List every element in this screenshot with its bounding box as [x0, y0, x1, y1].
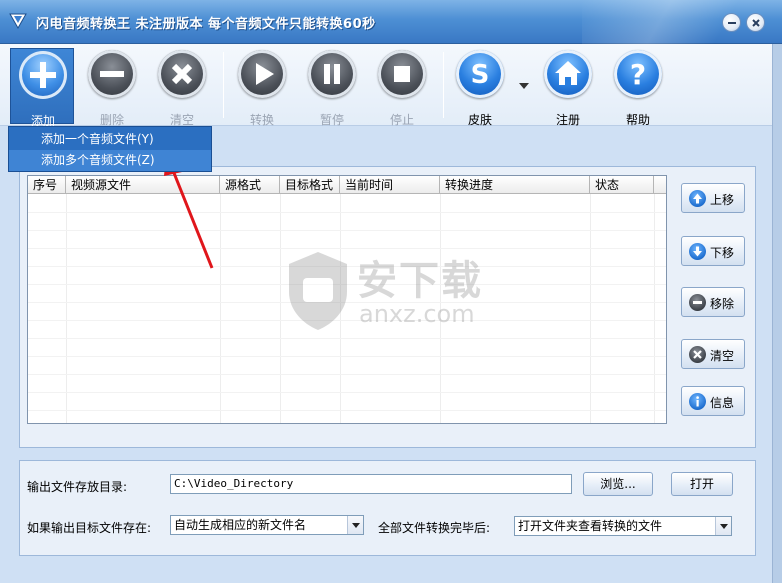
remove-button[interactable]: 移除	[681, 287, 745, 317]
help-button[interactable]: ? 帮助	[606, 48, 670, 127]
grid-line	[654, 194, 655, 423]
col-progress[interactable]: 转换进度	[440, 176, 590, 194]
grid-line	[28, 212, 666, 213]
shield-icon	[289, 252, 347, 330]
skin-dropdown-arrow-icon[interactable]	[518, 82, 530, 90]
grid-line	[28, 374, 666, 375]
x-icon	[689, 346, 706, 363]
skin-label: 皮肤	[467, 113, 492, 127]
minimize-button[interactable]	[722, 13, 741, 32]
after-convert-value: 打开文件夹查看转换的文件	[518, 519, 663, 533]
grid-line	[280, 194, 281, 423]
menu-item-add-multiple[interactable]: 添加多个音频文件(Z)	[9, 150, 211, 171]
browse-button[interactable]: 浏览...	[583, 472, 653, 496]
arrow-down-icon	[689, 243, 706, 260]
svg-text:?: ?	[630, 58, 646, 91]
add-dropdown-menu: 添加一个音频文件(Y) 添加多个音频文件(Z)	[8, 126, 212, 172]
question-icon: ?	[614, 50, 662, 98]
info-icon	[689, 393, 706, 410]
skin-button[interactable]: S 皮肤	[448, 48, 512, 127]
minus-icon	[689, 294, 706, 311]
grid-line	[28, 230, 666, 231]
play-icon	[238, 50, 286, 98]
svg-text:S: S	[471, 60, 490, 90]
col-target-format[interactable]: 目标格式	[280, 176, 340, 194]
output-dir-input[interactable]: C:\Video_Directory	[170, 474, 572, 494]
after-convert-label: 全部文件转换完毕后:	[378, 521, 491, 535]
chevron-down-icon	[715, 517, 731, 535]
window-edge	[772, 44, 782, 583]
convert-label: 转换	[249, 113, 274, 127]
chevron-down-icon	[347, 516, 363, 534]
remove-label: 移除	[710, 297, 735, 311]
if-exists-label: 如果输出目标文件存在:	[27, 521, 152, 535]
minimize-icon	[728, 22, 736, 24]
skin-icon: S	[456, 50, 504, 98]
pause-button[interactable]: 暂停	[300, 48, 364, 127]
info-button[interactable]: 信息	[681, 386, 745, 416]
after-convert-select[interactable]: 打开文件夹查看转换的文件	[514, 516, 732, 536]
home-icon	[544, 50, 592, 98]
toolbar: 添加 删除 清空 转换 暂停 停止 S 皮肤 注册 ? 帮助	[0, 44, 782, 128]
app-icon	[9, 13, 27, 30]
grid-line	[28, 338, 666, 339]
close-button[interactable]	[746, 13, 765, 32]
watermark: 安下载 anxz.com	[285, 248, 515, 338]
menu-item-add-single[interactable]: 添加一个音频文件(Y)	[9, 129, 211, 150]
output-dir-label: 输出文件存放目录:	[27, 480, 128, 494]
x-icon	[158, 50, 206, 98]
register-button[interactable]: 注册	[536, 48, 600, 127]
clear-list-button[interactable]: 清空	[681, 339, 745, 369]
move-up-button[interactable]: 上移	[681, 183, 745, 213]
add-button[interactable]: 添加	[10, 48, 74, 128]
watermark-text: 安下载	[357, 258, 483, 304]
if-exists-value: 自动生成相应的新文件名	[174, 518, 307, 532]
grid-line	[28, 392, 666, 393]
table-header: 序号 视频源文件 源格式 目标格式 当前时间 转换进度 状态	[28, 176, 666, 194]
convert-button[interactable]: 转换	[230, 48, 294, 127]
pause-label: 暂停	[319, 113, 344, 127]
open-button[interactable]: 打开	[671, 472, 733, 496]
pause-icon	[308, 50, 356, 98]
stop-label: 停止	[389, 113, 414, 127]
window-title: 闪电音频转换王 未注册版本 每个音频文件只能转换60秒	[36, 17, 376, 32]
title-bar: 闪电音频转换王 未注册版本 每个音频文件只能转换60秒	[0, 0, 782, 44]
stop-button[interactable]: 停止	[370, 48, 434, 127]
delete-button[interactable]: 删除	[80, 48, 144, 127]
grid-line	[590, 194, 591, 423]
move-down-label: 下移	[710, 246, 735, 260]
minus-icon	[88, 50, 136, 98]
col-index[interactable]: 序号	[28, 176, 66, 194]
if-exists-select[interactable]: 自动生成相应的新文件名	[170, 515, 364, 535]
watermark-url: anxz.com	[359, 300, 475, 328]
col-current-time[interactable]: 当前时间	[340, 176, 440, 194]
grid-line	[28, 410, 666, 411]
register-label: 注册	[555, 113, 580, 127]
grid-line	[28, 356, 666, 357]
clear-list-label: 清空	[710, 349, 735, 363]
help-label: 帮助	[625, 113, 650, 127]
grid-line	[66, 194, 67, 423]
close-icon	[752, 19, 760, 27]
add-icon	[19, 51, 67, 99]
move-up-label: 上移	[710, 193, 735, 207]
info-label: 信息	[710, 396, 735, 410]
move-down-button[interactable]: 下移	[681, 236, 745, 266]
arrow-up-icon	[689, 190, 706, 207]
toolbar-separator	[443, 52, 444, 118]
toolbar-separator	[223, 52, 224, 118]
stop-icon	[378, 50, 426, 98]
col-status[interactable]: 状态	[590, 176, 654, 194]
clear-button[interactable]: 清空	[150, 48, 214, 127]
